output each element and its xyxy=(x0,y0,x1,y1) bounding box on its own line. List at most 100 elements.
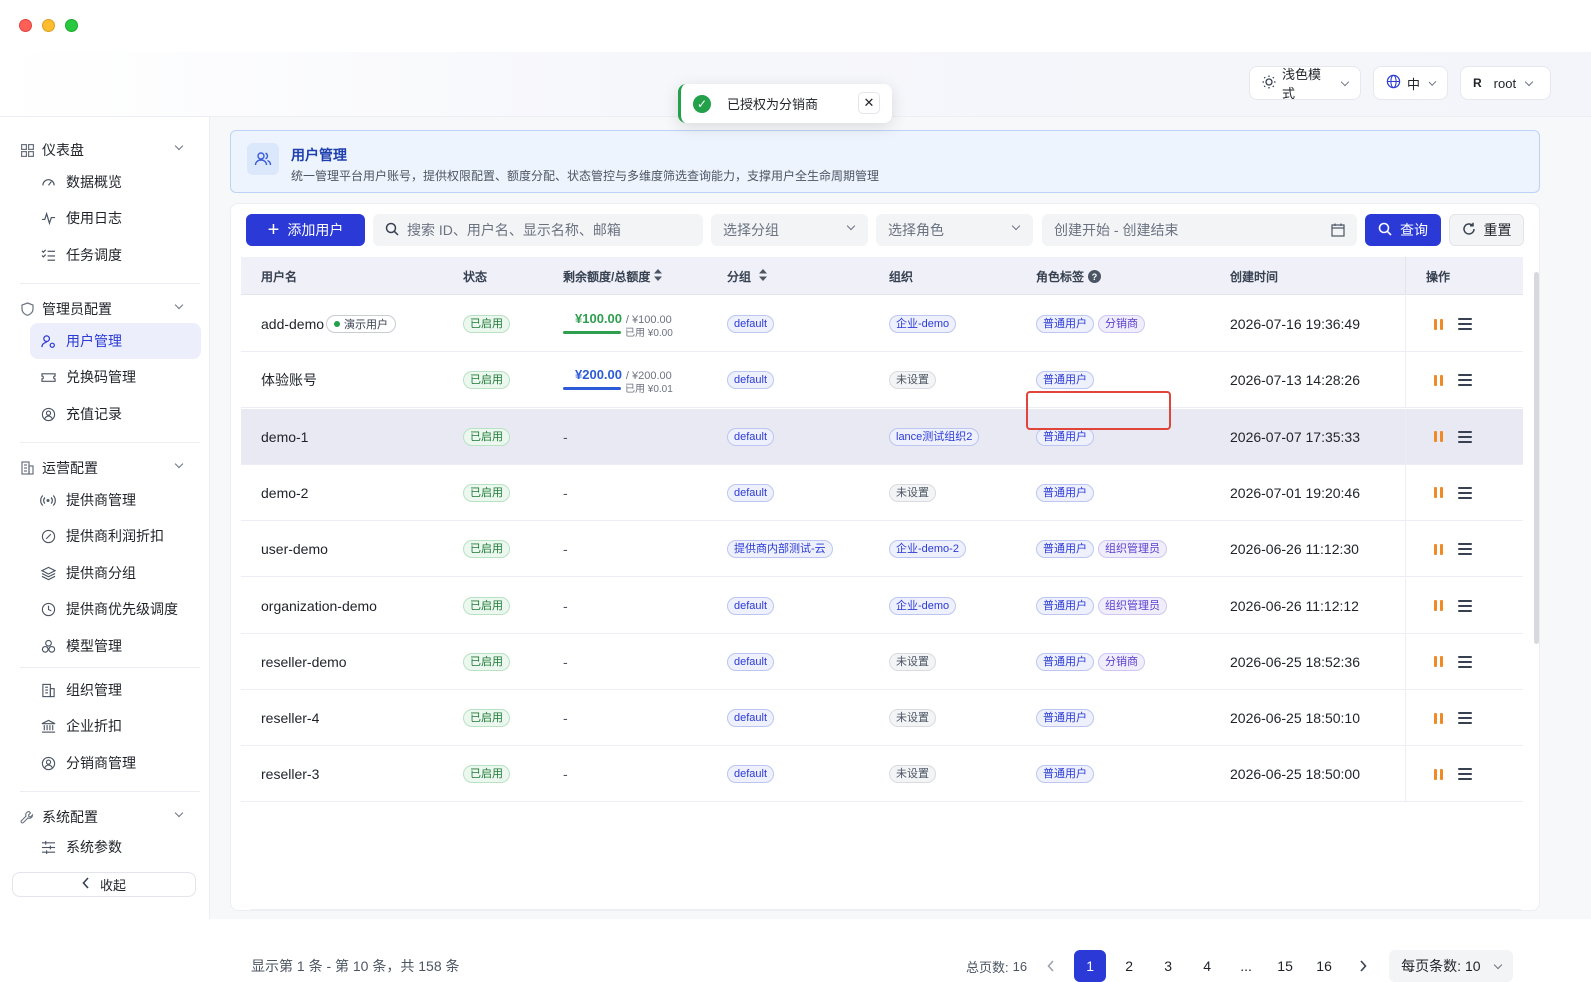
page-button-16[interactable]: 16 xyxy=(1308,950,1340,982)
pause-icon[interactable] xyxy=(1430,372,1446,388)
sidebar-section-system[interactable]: 系统配置 xyxy=(20,805,190,829)
column-header-group[interactable]: 分组 xyxy=(727,268,768,285)
menu-icon[interactable] xyxy=(1458,318,1472,330)
pause-icon[interactable] xyxy=(1430,485,1446,501)
close-toast-button[interactable]: ✕ xyxy=(858,92,880,114)
sidebar-item-recharge-records[interactable]: 充值记录 xyxy=(30,396,201,432)
username[interactable]: demo-1 xyxy=(261,429,308,445)
sidebar-item-redeem-codes[interactable]: 兑换码管理 xyxy=(30,359,201,395)
collapse-sidebar-button[interactable]: 收起 xyxy=(12,872,196,897)
sidebar-item-usage-logs[interactable]: 使用日志 xyxy=(30,200,201,236)
sidebar-item-enterprise-discount[interactable]: 企业折扣 xyxy=(30,708,201,744)
sidebar-item-resellers[interactable]: 分销商管理 xyxy=(30,745,201,781)
pause-icon[interactable] xyxy=(1430,766,1446,782)
pause-icon[interactable] xyxy=(1430,541,1446,557)
chevron-down-icon xyxy=(174,459,184,469)
page-button-1[interactable]: 1 xyxy=(1074,950,1107,982)
table-row[interactable]: user-demo 已启用 - 提供商内部测试-云 企业-demo-2 普通用户 组织管理员… xyxy=(241,521,1523,578)
sidebar-section-dashboard[interactable]: 仪表盘 xyxy=(20,138,190,162)
sort-icon[interactable] xyxy=(759,269,768,284)
search-input[interactable]: 搜索 ID、用户名、显示名称、邮箱 xyxy=(373,214,703,246)
role-tag: 组织管理员 xyxy=(1098,540,1167,559)
language-select[interactable]: 中 xyxy=(1373,66,1448,100)
wrench-icon xyxy=(20,810,34,824)
building-icon xyxy=(20,461,34,475)
status-cell: 已启用 xyxy=(463,521,514,577)
pause-icon[interactable] xyxy=(1430,710,1446,726)
menu-icon[interactable] xyxy=(1458,599,1472,612)
username[interactable]: organization-demo xyxy=(261,598,377,614)
sidebar-item-provider-priority[interactable]: 提供商优先级调度 xyxy=(30,591,201,627)
column-header-username[interactable]: 用户名 xyxy=(261,268,297,285)
table-row[interactable]: add-demo 演示用户 已启用 ¥100.00 / ¥100.00 已用 ¥0.00… xyxy=(241,296,1523,352)
add-user-button[interactable]: + 添加用户 xyxy=(246,214,365,246)
sliders-icon xyxy=(40,839,56,855)
menu-icon[interactable] xyxy=(1458,430,1472,443)
menu-icon[interactable] xyxy=(1458,543,1472,556)
sidebar-item-user-management[interactable]: 用户管理 xyxy=(30,323,201,359)
table-row[interactable]: 体验账号 已启用 ¥200.00 / ¥200.00 已用 ¥0.01 default 未… xyxy=(241,352,1523,409)
minimize-window-button[interactable] xyxy=(42,19,55,32)
help-icon[interactable]: ? xyxy=(1088,270,1102,283)
sidebar-item-label: 提供商利润折扣 xyxy=(66,528,164,544)
sidebar-item-organizations[interactable]: 组织管理 xyxy=(30,672,201,708)
sidebar-item-system-params[interactable]: 系统参数 xyxy=(30,830,201,864)
menu-icon[interactable] xyxy=(1458,486,1472,499)
page-size-select[interactable]: 每页条数: 10 xyxy=(1389,950,1513,982)
theme-toggle[interactable]: 浅色模式 xyxy=(1249,66,1361,101)
table-row[interactable]: reseller-3 已启用 - default 未设置 普通用户 2026-06-25 1… xyxy=(241,746,1523,803)
maximize-window-button[interactable] xyxy=(65,19,78,32)
menu-icon[interactable] xyxy=(1458,768,1472,781)
table-row[interactable]: organization-demo 已启用 - default 企业-demo 普通用户组… xyxy=(241,577,1523,634)
next-page-button[interactable] xyxy=(1347,950,1379,982)
page-button-2[interactable]: 2 xyxy=(1113,950,1145,982)
sidebar-item-label: 数据概览 xyxy=(66,174,122,190)
pause-icon[interactable] xyxy=(1430,429,1446,445)
sidebar-item-overview[interactable]: 数据概览 xyxy=(30,164,201,200)
pause-icon[interactable] xyxy=(1430,598,1446,614)
sidebar-section-admin[interactable]: 管理员配置 xyxy=(20,297,190,321)
pagination-ellipsis[interactable]: ... xyxy=(1230,950,1262,982)
username[interactable]: 体验账号 xyxy=(261,370,317,390)
username[interactable]: reseller-3 xyxy=(261,766,319,782)
page-button-4[interactable]: 4 xyxy=(1191,950,1223,982)
sidebar-item-models[interactable]: 模型管理 xyxy=(30,628,201,664)
user-menu[interactable]: R root xyxy=(1460,66,1551,100)
group-select[interactable]: 选择分组 xyxy=(711,214,868,246)
close-window-button[interactable] xyxy=(19,19,32,32)
sort-icon[interactable] xyxy=(654,269,663,284)
column-header-organization: 组织 xyxy=(889,270,914,284)
main-content: 用户管理 统一管理平台用户账号，提供权限配置、额度分配、状态管控与多维度筛选查询… xyxy=(210,117,1591,982)
menu-icon[interactable] xyxy=(1458,712,1472,725)
table-row[interactable]: demo-2 已启用 - default 未设置 普通用户 2026-07-01 19:20… xyxy=(241,464,1523,521)
pause-icon[interactable] xyxy=(1430,654,1446,670)
pause-icon[interactable] xyxy=(1430,316,1446,332)
username[interactable]: user-demo xyxy=(261,541,328,557)
table-scrollbar[interactable] xyxy=(1534,272,1539,644)
username[interactable]: reseller-4 xyxy=(261,710,319,726)
table-row[interactable]: reseller-4 已启用 - default 未设置 普通用户 2026-06-25 1… xyxy=(241,690,1523,747)
reset-button[interactable]: 重置 xyxy=(1449,214,1524,246)
username[interactable]: reseller-demo xyxy=(261,654,347,670)
sidebar-section-operations[interactable]: 运营配置 xyxy=(20,456,190,480)
sidebar-item-provider-discount[interactable]: 提供商利润折扣 xyxy=(30,518,201,554)
menu-icon[interactable] xyxy=(1458,655,1472,668)
sidebar-item-task-scheduling[interactable]: 任务调度 xyxy=(30,237,201,273)
menu-icon[interactable] xyxy=(1458,374,1472,387)
prev-page-button[interactable] xyxy=(1035,950,1067,982)
created-time-cell: 2026-06-25 18:50:10 xyxy=(1230,710,1360,727)
query-button[interactable]: 查询 xyxy=(1365,214,1441,246)
sidebar-item-providers[interactable]: 提供商管理 xyxy=(30,482,201,518)
actions-cell xyxy=(1405,296,1523,352)
page-button-3[interactable]: 3 xyxy=(1152,950,1184,982)
page-button-15[interactable]: 15 xyxy=(1269,950,1301,982)
username[interactable]: demo-2 xyxy=(261,485,308,501)
quota-remaining: ¥200.00 xyxy=(575,366,622,382)
column-header-quota[interactable]: 剩余额度/总额度 xyxy=(563,268,663,285)
table-row[interactable]: reseller-demo 已启用 - default 未设置 普通用户 分销商 2026-0… xyxy=(241,633,1523,690)
username[interactable]: add-demo xyxy=(261,316,324,332)
date-range-input[interactable]: 创建开始 - 创建结束 xyxy=(1042,214,1357,246)
table-row[interactable]: demo-1 已启用 - default lance测试组织2 普通用户 2026-07-0… xyxy=(241,408,1523,465)
role-select[interactable]: 选择角色 xyxy=(876,214,1033,246)
sidebar-item-provider-groups[interactable]: 提供商分组 xyxy=(30,555,201,591)
